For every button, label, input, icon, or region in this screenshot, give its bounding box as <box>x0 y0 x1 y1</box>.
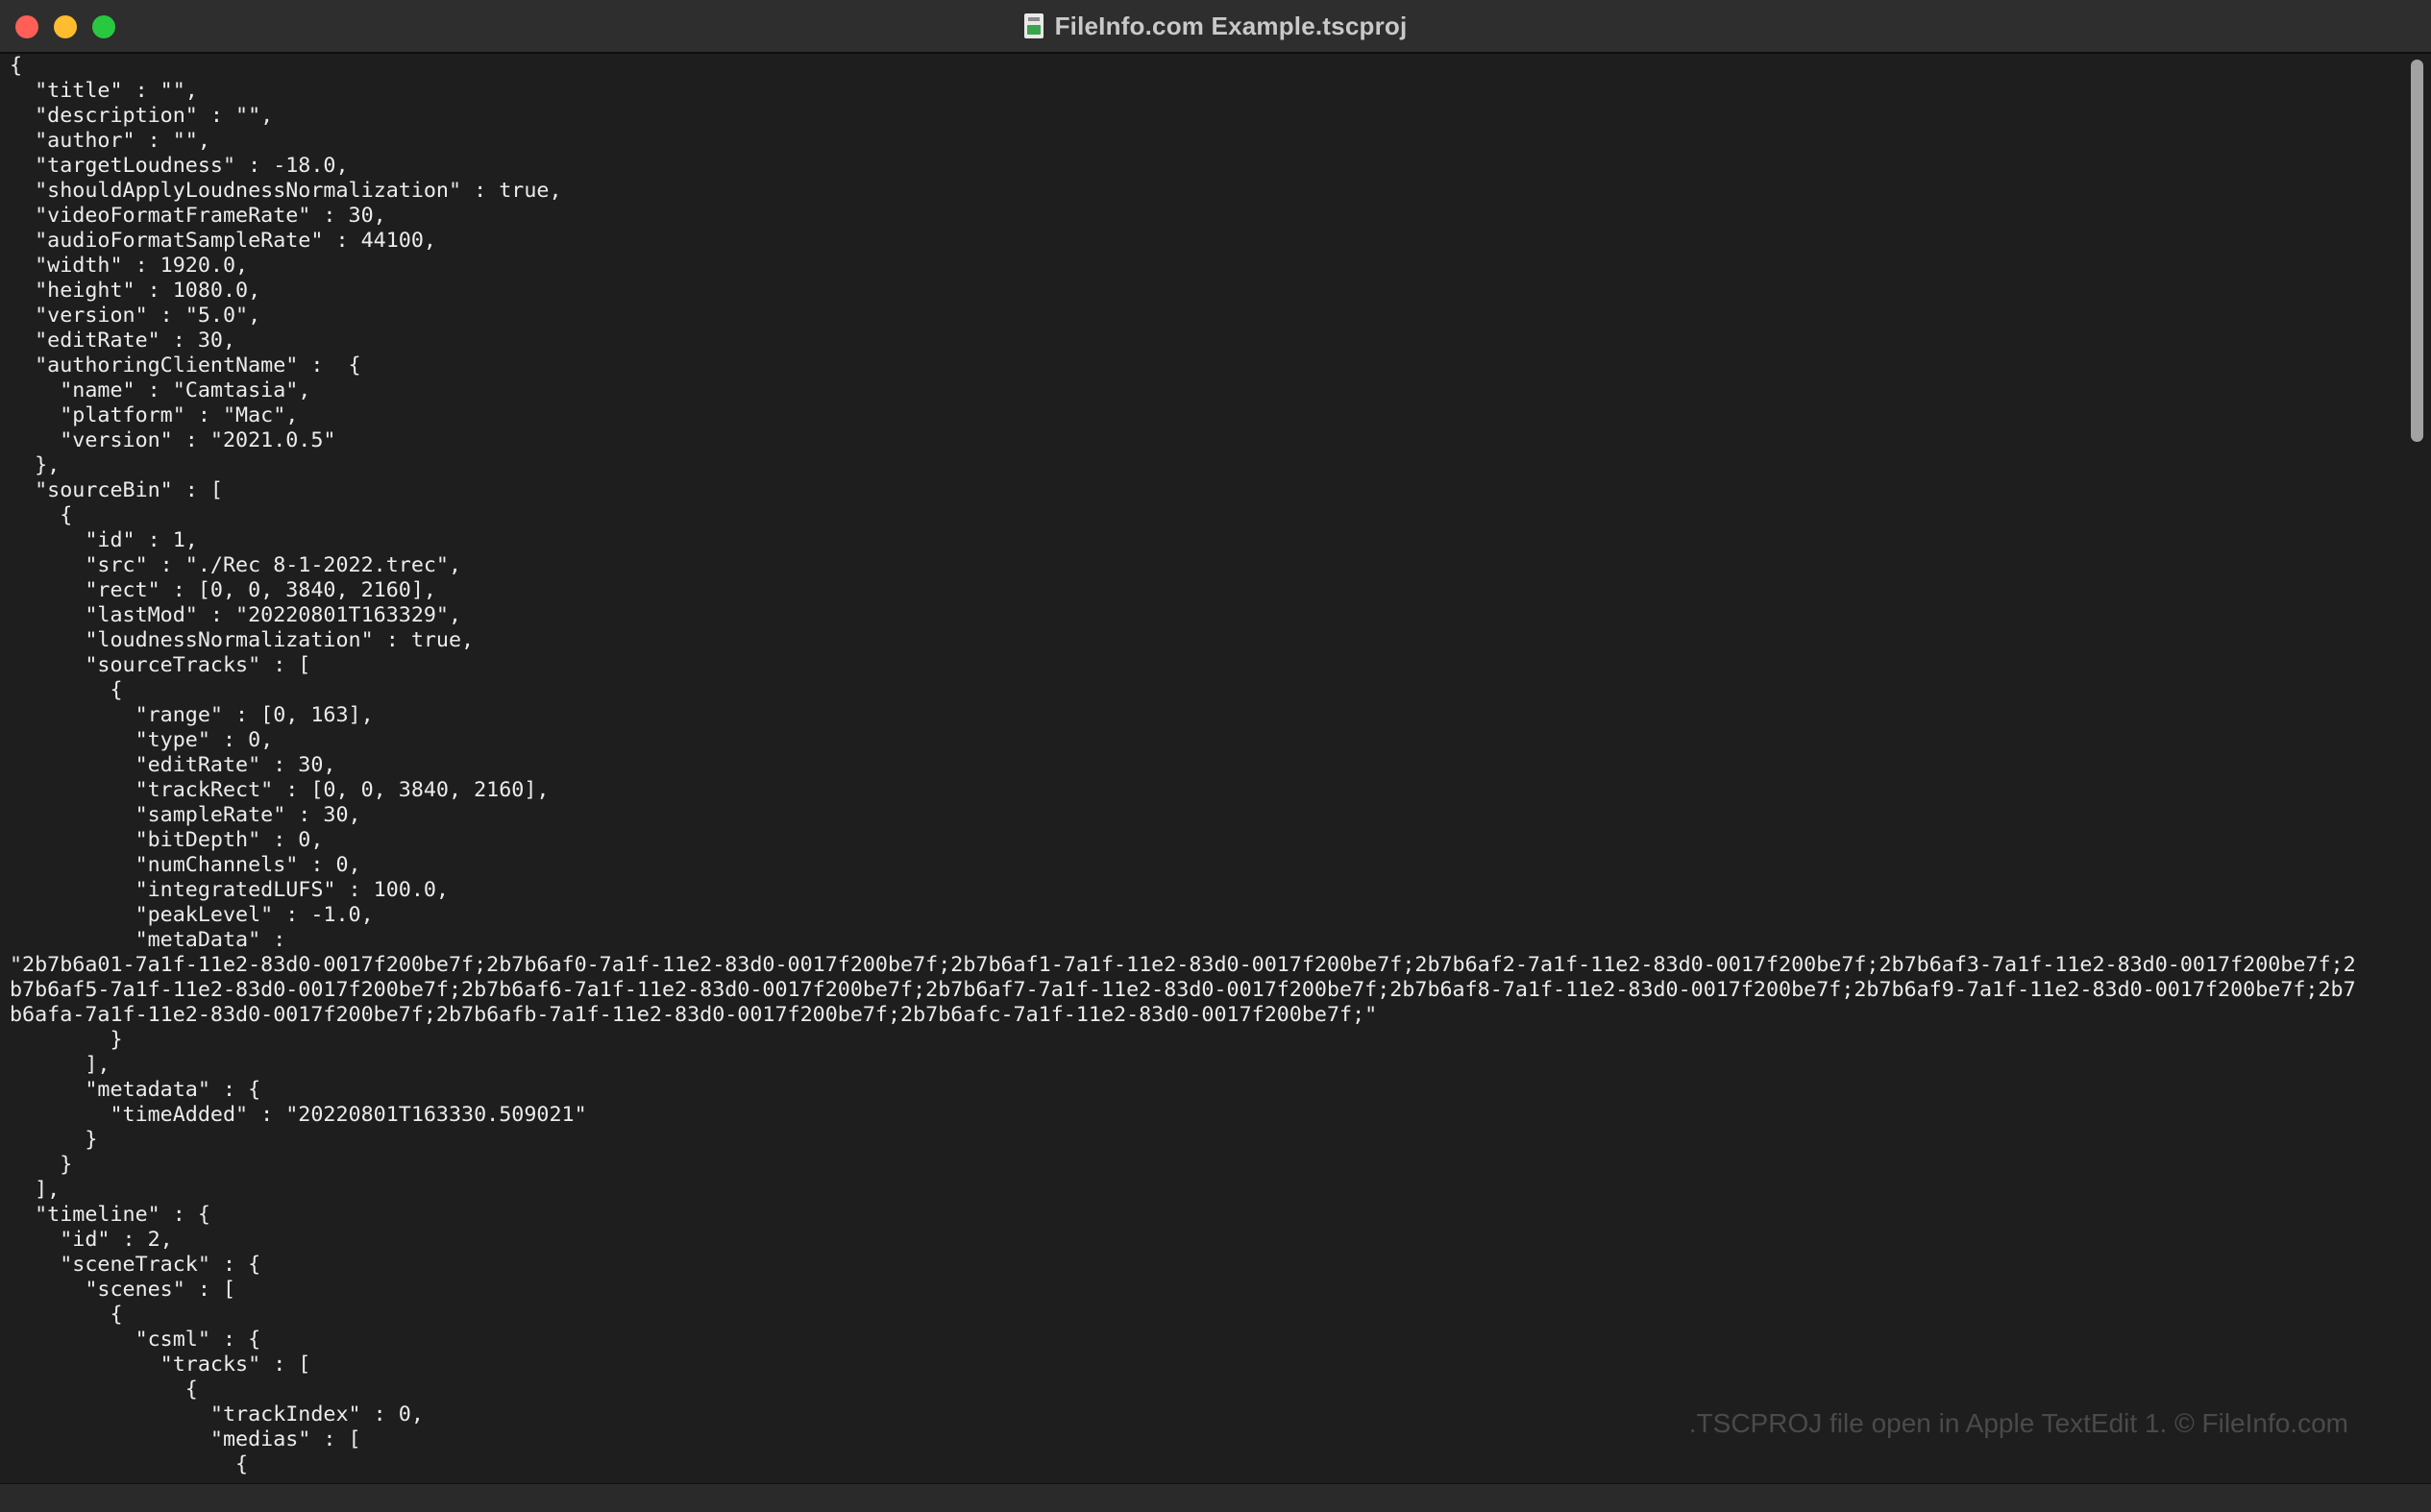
code-line: { <box>10 678 123 702</box>
code-line: "csml" : { <box>10 1328 261 1352</box>
code-line: { <box>10 1452 249 1476</box>
code-line: "authoringClientName" : { <box>10 354 361 378</box>
code-line: ], <box>10 1178 61 1202</box>
code-line: "peakLevel" : -1.0, <box>10 903 374 927</box>
code-line: "rect" : [0, 0, 3840, 2160], <box>10 578 436 602</box>
text-editor-area[interactable]: { "title" : "", "description" : "", "aut… <box>0 54 2402 1483</box>
code-line: "metadata" : { <box>10 1078 261 1102</box>
code-line: "timeline" : { <box>10 1203 210 1227</box>
code-line: { <box>10 1303 123 1327</box>
code-line: { <box>10 54 23 78</box>
code-line: "description" : "", <box>10 104 274 128</box>
code-line: "sourceTracks" : [ <box>10 653 311 677</box>
code-line: "height" : 1080.0, <box>10 279 261 303</box>
code-line: "2b7b6a01-7a1f-11e2-83d0-0017f200be7f;2b… <box>10 953 2356 977</box>
code-line: } <box>10 1028 123 1052</box>
watermark-caption: .TSCPROJ file open in Apple TextEdit 1. … <box>1688 1408 2348 1438</box>
code-line: "editRate" : 30, <box>10 753 336 777</box>
code-line: "lastMod" : "20220801T163329", <box>10 603 462 627</box>
scrollbar-thumb[interactable] <box>2411 60 2423 442</box>
code-line: "editRate" : 30, <box>10 329 236 353</box>
code-line: "timeAdded" : "20220801T163330.509021" <box>10 1103 587 1127</box>
code-line: "loudnessNormalization" : true, <box>10 628 475 652</box>
code-line: "sceneTrack" : { <box>10 1253 261 1277</box>
document-icon <box>1023 13 1044 38</box>
code-line: "name" : "Camtasia", <box>10 378 311 402</box>
code-line: "integratedLUFS" : 100.0, <box>10 878 449 902</box>
code-line: "version" : "2021.0.5" <box>10 428 336 452</box>
code-line: b7b6af5-7a1f-11e2-83d0-0017f200be7f;2b7b… <box>10 978 2356 1002</box>
code-line: "title" : "", <box>10 79 198 103</box>
code-line: "shouldApplyLoudnessNormalization" : tru… <box>10 179 562 203</box>
code-line: "audioFormatSampleRate" : 44100, <box>10 229 436 253</box>
window-title-group: FileInfo.com Example.tscproj <box>0 0 2431 52</box>
code-line: ], <box>10 1053 110 1077</box>
code-line: "sourceBin" : [ <box>10 478 223 502</box>
code-line: b6afa-7a1f-11e2-83d0-0017f200be7f;2b7b6a… <box>10 1003 1378 1027</box>
code-line: "scenes" : [ <box>10 1278 236 1302</box>
textedit-window: FileInfo.com Example.tscproj { "title" :… <box>0 0 2431 1512</box>
code-line: "id" : 2, <box>10 1228 173 1252</box>
code-line: "type" : 0, <box>10 728 274 752</box>
code-line: "videoFormatFrameRate" : 30, <box>10 204 386 228</box>
code-line: "tracks" : [ <box>10 1353 311 1377</box>
code-line: "numChannels" : 0, <box>10 853 361 877</box>
code-line: "sampleRate" : 30, <box>10 803 361 827</box>
document-text[interactable]: { "title" : "", "description" : "", "aut… <box>0 54 2402 1477</box>
code-line: } <box>10 1128 98 1152</box>
window-title: FileInfo.com Example.tscproj <box>1054 11 1408 40</box>
code-line: }, <box>10 453 61 477</box>
code-line: "targetLoudness" : -18.0, <box>10 154 349 178</box>
code-line: } <box>10 1153 73 1177</box>
horizontal-scrollbar[interactable] <box>0 1483 2431 1512</box>
code-line: "author" : "", <box>10 129 210 153</box>
code-line: { <box>10 503 73 527</box>
code-line: "bitDepth" : 0, <box>10 828 324 852</box>
code-line: "id" : 1, <box>10 528 198 552</box>
code-line: "src" : "./Rec 8-1-2022.trec", <box>10 553 462 577</box>
code-line: "width" : 1920.0, <box>10 254 249 278</box>
code-line: "version" : "5.0", <box>10 304 261 328</box>
code-line: "trackRect" : [0, 0, 3840, 2160], <box>10 778 550 802</box>
title-bar[interactable]: FileInfo.com Example.tscproj <box>0 0 2431 54</box>
code-line: "metaData" : <box>10 928 286 952</box>
code-line: { <box>10 1378 198 1402</box>
code-line: "platform" : "Mac", <box>10 403 299 427</box>
code-line: "range" : [0, 163], <box>10 703 374 727</box>
